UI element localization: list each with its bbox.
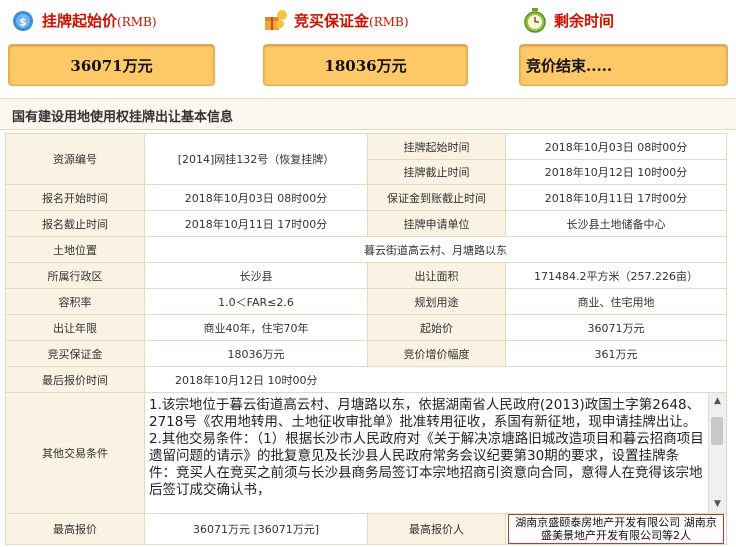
highest-bidder-cell: 湖南京盛颐泰房地产开发有限公司 湖南京盛美景地产开发有限公司等2人 — [505, 513, 727, 545]
scroll-up-icon[interactable]: ▲ — [709, 394, 726, 411]
start-price-title: 挂牌起始价 — [42, 11, 118, 30]
section-title: 国有建设用地使用权挂牌出让基本信息 — [12, 110, 234, 125]
listing-start-value: 2018年10月03日 08时00分 — [505, 133, 727, 160]
reg-start-value: 2018年10月03日 08时00分 — [144, 184, 368, 211]
deposit-title: 竞买保证金 — [294, 11, 370, 30]
summary-panel: $ 挂牌起始价(RMB) 竞买保证金(RMB) 剩余时间 36071万元 180… — [0, 0, 736, 95]
scrollbar[interactable]: ▲ ▼ — [708, 393, 726, 513]
other-conditions-label: 其他交易条件 — [5, 392, 145, 514]
term-value: 商业40年，住宅70年 — [144, 314, 368, 341]
resource-no-value: [2014]网挂132号（恢复挂牌） — [144, 133, 368, 185]
use-label: 规划用途 — [367, 288, 506, 315]
highest-bid-value: 36071万元 [36071万元] — [144, 513, 368, 545]
deposit-unit: (RMB) — [369, 14, 409, 29]
section-header: 国有建设用地使用权挂牌出让基本信息 — [0, 98, 736, 130]
increment-value: 361万元 — [505, 340, 727, 367]
highest-bidder-label: 最高报价人 — [367, 513, 506, 545]
far-value: 1.0＜FAR≤2.6 — [144, 288, 368, 315]
row-start-price-value: 36071万元 — [505, 314, 727, 341]
deposit-header: 竞买保证金(RMB) — [262, 6, 409, 34]
stopwatch-icon — [522, 7, 548, 33]
gift-coins-icon — [262, 7, 288, 33]
listing-end-label: 挂牌截止时间 — [367, 159, 506, 185]
remaining-box: 竞价结束..... — [519, 44, 728, 86]
bid-deposit-value: 18036万元 — [144, 340, 368, 367]
scroll-down-icon[interactable]: ▼ — [709, 496, 726, 513]
highest-bid-label: 最高报价 — [5, 513, 145, 545]
increment-label: 竞价增价幅度 — [367, 340, 506, 367]
location-label: 土地位置 — [5, 236, 145, 263]
resource-no-label: 资源编号 — [5, 133, 145, 185]
area-value: 171484.2平方米（257.226亩） — [505, 262, 727, 289]
area-label: 出让面积 — [367, 262, 506, 289]
start-price-unit: (RMB) — [117, 14, 157, 29]
highest-bidder-value: 湖南京盛颐泰房地产开发有限公司 湖南京盛美景地产开发有限公司等2人 — [508, 514, 724, 544]
other-conditions-cell: 1.该宗地位于暮云街道高云村、月塘路以东，依据湖南省人民政府(2013)政国土字… — [144, 392, 727, 514]
reg-end-value: 2018年10月11日 17时00分 — [144, 210, 368, 237]
last-bid-time-label: 最后报价时间 — [5, 366, 145, 393]
bid-deposit-label: 竞买保证金 — [5, 340, 145, 367]
deposit-deadline-label: 保证金到账截止时间 — [367, 184, 506, 211]
remaining-title: 剩余时间 — [554, 11, 615, 30]
remaining-value: 竞价结束..... — [526, 56, 613, 75]
reg-end-label: 报名截止时间 — [5, 210, 145, 237]
remaining-header: 剩余时间 — [522, 6, 614, 34]
start-price-value: 36071万元 — [70, 56, 153, 75]
scroll-thumb[interactable] — [711, 417, 723, 445]
deposit-box: 18036万元 — [263, 44, 468, 86]
term-label: 出让年限 — [5, 314, 145, 341]
district-value: 长沙县 — [144, 262, 368, 289]
reg-start-label: 报名开始时间 — [5, 184, 145, 211]
location-value: 暮云街道高云村、月塘路以东 — [144, 236, 727, 263]
district-label: 所属行政区 — [5, 262, 145, 289]
other-conditions-text: 1.该宗地位于暮云街道高云村、月塘路以东，依据湖南省人民政府(2013)政国土字… — [149, 397, 704, 498]
start-price-header: $ 挂牌起始价(RMB) — [10, 6, 157, 34]
svg-text:$: $ — [19, 16, 27, 29]
listing-end-value: 2018年10月12日 10时00分 — [505, 159, 727, 185]
deposit-value: 18036万元 — [324, 56, 407, 75]
other-conditions-scroll[interactable]: 1.该宗地位于暮云街道高云村、月塘路以东，依据湖南省人民政府(2013)政国土字… — [146, 393, 726, 513]
use-value: 商业、住宅用地 — [505, 288, 727, 315]
deposit-deadline-value: 2018年10月11日 17时00分 — [505, 184, 727, 211]
applicant-value: 长沙县土地储备中心 — [505, 210, 727, 237]
far-label: 容积率 — [5, 288, 145, 315]
start-price-box: 36071万元 — [8, 44, 215, 86]
row-start-price-label: 起始价 — [367, 314, 506, 341]
land-info-table: 资源编号 [2014]网挂132号（恢复挂牌） 挂牌起始时间 2018年10月0… — [5, 133, 727, 545]
last-bid-time-value: 2018年10月12日 10时00分 — [144, 366, 727, 393]
applicant-label: 挂牌申请单位 — [367, 210, 506, 237]
money-bag-icon: $ — [10, 7, 36, 33]
listing-start-label: 挂牌起始时间 — [367, 133, 506, 160]
